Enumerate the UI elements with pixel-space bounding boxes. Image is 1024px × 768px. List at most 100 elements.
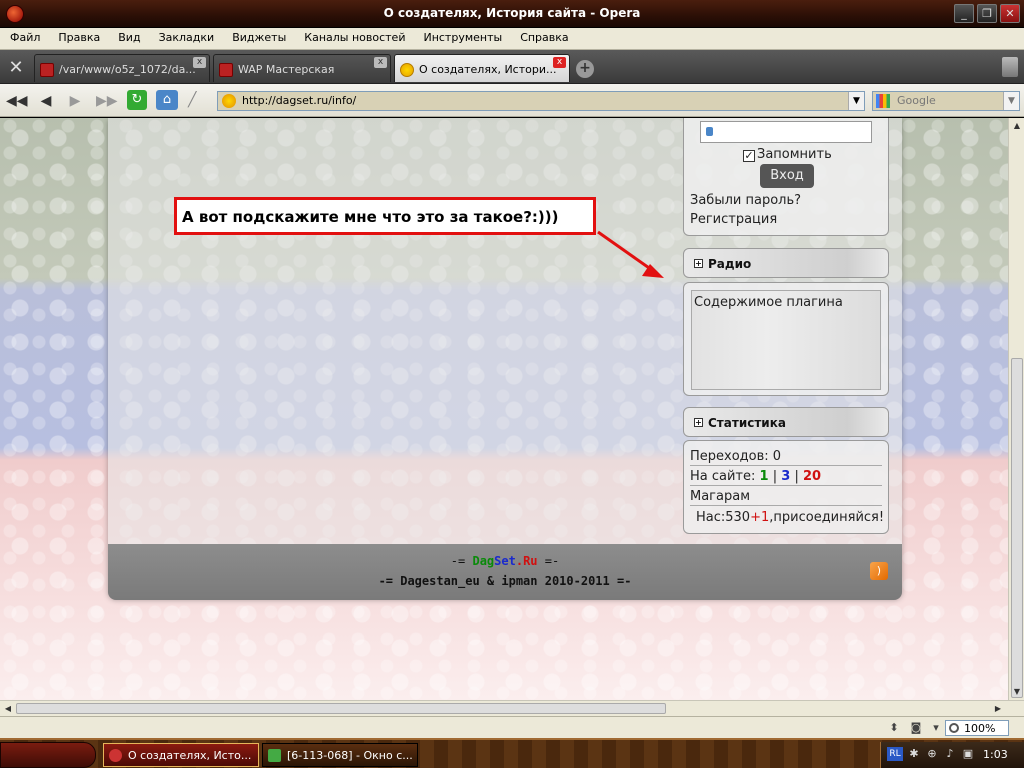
menu-edit[interactable]: Правка — [48, 28, 108, 44]
tab-label: WAP Мастерская — [238, 63, 335, 76]
site-container: ✓ Запомнить Вход Забыли пароль? Регистрац… — [108, 118, 902, 598]
zoom-control[interactable]: 100% — [945, 720, 1009, 736]
menu-feeds[interactable]: Каналы новостей — [294, 28, 413, 44]
taskbar-item-opera[interactable]: О создателях, Исто... — [103, 743, 259, 767]
online-user-row: Магарам — [690, 487, 882, 506]
search-placeholder: Google — [897, 94, 936, 107]
menu-tools[interactable]: Инструменты — [413, 28, 510, 44]
online-row: На сайте: 1 | 3 | 20 — [690, 467, 882, 486]
footer-dash: =- — [537, 554, 560, 568]
remember-label: Запомнить — [757, 147, 832, 162]
footer-credits: -= Dagestan_eu & ipman 2010-2011 =- — [378, 574, 632, 588]
speaker-icon[interactable]: ♪ — [943, 747, 957, 761]
members-suffix: ,присоединяйся! — [769, 510, 885, 525]
online-user-link[interactable]: Магарам — [690, 489, 750, 504]
stats-panel-header[interactable]: + Статистика — [683, 407, 889, 437]
footer-dash: -= — [450, 554, 473, 568]
task-label: О создателях, Исто... — [128, 749, 252, 762]
search-field[interactable]: Google ▼ — [872, 91, 1020, 111]
expand-icon[interactable]: + — [694, 259, 703, 268]
start-button[interactable] — [0, 742, 96, 768]
wand-icon[interactable]: ╱ — [188, 92, 206, 108]
forgot-password-link[interactable]: Забыли пароль? — [690, 193, 801, 208]
search-dropdown-icon[interactable]: ▼ — [1003, 92, 1019, 110]
presentation-mode-icon[interactable]: ⬍ — [886, 721, 902, 735]
monitor-icon[interactable]: ▣ — [961, 747, 975, 761]
tab-var-www[interactable]: /var/www/o5z_1072/da... x — [34, 54, 210, 82]
camera-dropdown-icon[interactable]: ▾ — [928, 721, 944, 735]
menu-widgets[interactable]: Виджеты — [222, 28, 294, 44]
site-security-icon[interactable] — [222, 94, 236, 108]
menu-bookmarks[interactable]: Закладки — [149, 28, 223, 44]
reload-icon[interactable]: ↻ — [127, 90, 147, 110]
site-favicon-icon — [219, 63, 233, 77]
transitions-value: 0 — [772, 449, 782, 464]
checkmark-icon[interactable]: ✓ — [743, 150, 755, 162]
address-dropdown-icon[interactable]: ▼ — [848, 92, 864, 110]
remember-checkbox[interactable]: ✓ Запомнить — [743, 147, 832, 162]
bluetooth-icon[interactable]: ✱ — [907, 747, 921, 761]
radio-panel: Содержимое плагина — [683, 282, 889, 396]
home-icon[interactable]: ⌂ — [156, 90, 178, 110]
site-favicon-icon — [40, 63, 54, 77]
transitions-row: Переходов: 0 — [690, 447, 882, 466]
status-bar: ⬍ ◙ ▾ 100% — [0, 716, 1024, 738]
radio-panel-header[interactable]: + Радио — [683, 248, 889, 278]
online-total-count[interactable]: 20 — [803, 469, 821, 484]
tab-wap-workshop[interactable]: WAP Мастерская x — [213, 54, 391, 82]
tab-about-creators[interactable]: О создателях, Истори... x — [394, 54, 570, 82]
horizontal-scroll-thumb[interactable] — [16, 703, 666, 714]
page-viewport: ✓ Запомнить Вход Забыли пароль? Регистрац… — [0, 118, 1008, 700]
menu-view[interactable]: Вид — [108, 28, 148, 44]
lock-icon — [706, 127, 713, 136]
online-users-count[interactable]: 1 — [760, 469, 769, 484]
rewind-icon[interactable]: ◀◀ — [6, 92, 28, 110]
horizontal-scrollbar[interactable]: ◀ ▶ — [0, 700, 1024, 716]
brand-ru[interactable]: .Ru — [516, 554, 538, 568]
tab-close-icon[interactable]: x — [553, 57, 566, 68]
login-panel: ✓ Запомнить Вход Забыли пароль? Регистрац… — [683, 118, 889, 236]
forward-icon[interactable]: ▶ — [66, 92, 84, 110]
window-title: О создателях, История сайта - Opera — [383, 6, 641, 20]
scroll-up-icon[interactable]: ▲ — [1010, 119, 1024, 133]
brand-set[interactable]: Set — [494, 554, 516, 568]
url-text: http://dagset.ru/info/ — [242, 94, 357, 107]
google-icon[interactable] — [876, 94, 890, 108]
language-indicator[interactable]: RL — [887, 747, 903, 761]
scroll-down-icon[interactable]: ▼ — [1010, 685, 1024, 699]
vertical-scroll-thumb[interactable] — [1011, 358, 1023, 698]
back-icon[interactable]: ◀ — [37, 92, 55, 110]
trash-icon[interactable] — [1002, 57, 1018, 77]
scroll-right-icon[interactable]: ▶ — [991, 702, 1005, 716]
login-button[interactable]: Вход — [760, 164, 814, 188]
online-guests-count[interactable]: 3 — [781, 469, 790, 484]
register-link[interactable]: Регистрация — [690, 212, 777, 227]
scroll-left-icon[interactable]: ◀ — [1, 702, 15, 716]
password-input[interactable] — [700, 121, 872, 143]
new-tab-icon[interactable]: + — [576, 60, 594, 78]
annotation-callout: А вот подскажите мне что это за такое?:)… — [174, 197, 596, 235]
members-row[interactable]: Нас:530+1,присоединяйся! — [690, 508, 885, 527]
network-icon[interactable]: ⊕ — [925, 747, 939, 761]
close-button[interactable]: ✕ — [1000, 4, 1020, 23]
brand-dag[interactable]: Dag — [472, 554, 494, 568]
rss-icon[interactable]: ) — [870, 562, 888, 580]
tab-close-icon[interactable]: x — [193, 57, 206, 68]
tab-close-icon[interactable]: x — [374, 57, 387, 68]
vertical-scrollbar[interactable]: ▲ ▼ — [1008, 118, 1024, 700]
window-icon — [268, 749, 281, 762]
expand-icon[interactable]: + — [694, 418, 703, 427]
menu-help[interactable]: Справка — [510, 28, 576, 44]
camera-icon[interactable]: ◙ — [908, 721, 924, 735]
fast-forward-icon[interactable]: ▶▶ — [96, 92, 118, 110]
members-prefix: Нас:530 — [696, 510, 751, 525]
tools-icon[interactable]: ✕ — [4, 58, 28, 78]
address-field[interactable]: http://dagset.ru/info/ ▼ — [217, 91, 865, 111]
minimize-button[interactable]: _ — [954, 4, 974, 23]
taskbar-item-window[interactable]: [6-113-068] - Окно с... — [262, 743, 418, 767]
site-favicon-icon — [400, 63, 414, 77]
restore-button[interactable]: ❐ — [977, 4, 997, 23]
site-footer: -= DagSet.Ru =- -= Dagestan_eu & ipman 2… — [108, 544, 902, 600]
stats-panel: Переходов: 0 На сайте: 1 | 3 | 20 Магара… — [683, 440, 889, 534]
menu-file[interactable]: Файл — [0, 28, 48, 44]
